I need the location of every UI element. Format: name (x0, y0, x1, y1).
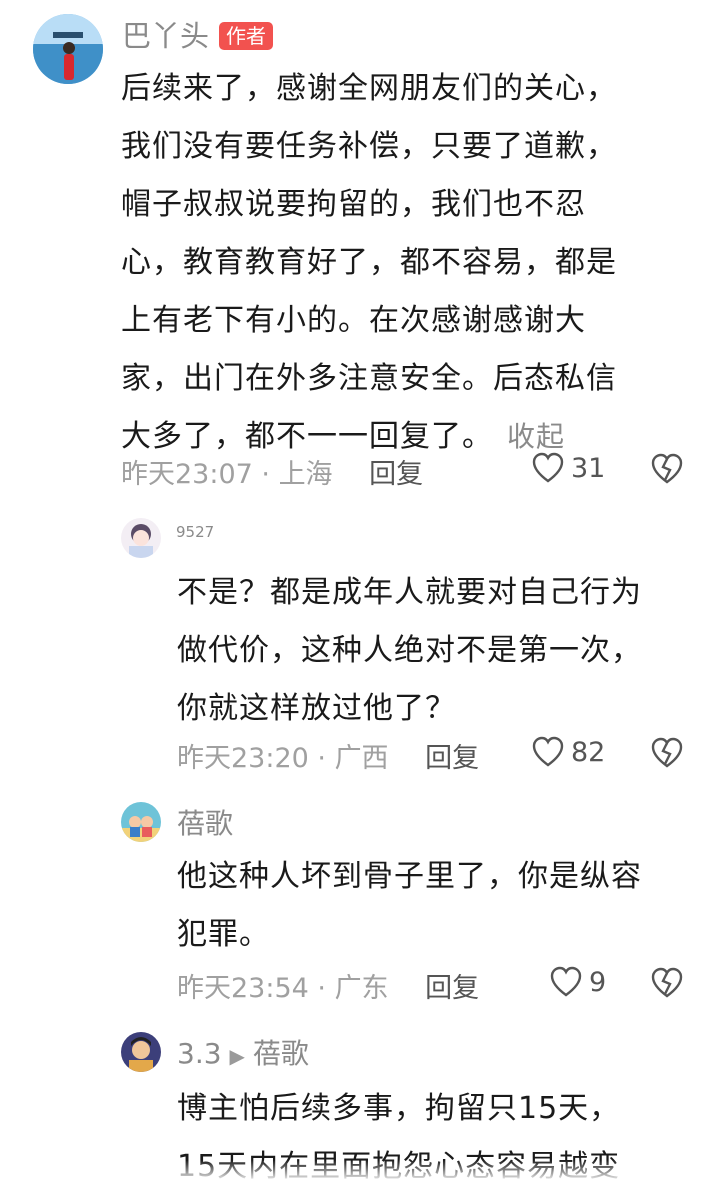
comment-line: 心，教育教育好了，都不容易，都是 (121, 245, 617, 280)
comment-text: 他这种人坏到骨子里了，你是纵容 犯罪。 (177, 848, 707, 964)
comment-line: 不是？都是成年人就要对自己行为 (177, 575, 642, 610)
collapse-link[interactable]: 收起 (507, 420, 565, 453)
timestamp: 昨天23:54 (177, 973, 309, 1004)
heart-outline-icon (532, 452, 564, 483)
dislike-button[interactable] (650, 967, 684, 1003)
bottom-fade (0, 1160, 720, 1182)
comment-line: 后续来了，感谢全网朋友们的关心， (121, 71, 617, 106)
username-text: 巴丫头 (122, 19, 210, 53)
author-badge: 作者 (219, 22, 274, 50)
comment-line: 犯罪。 (177, 917, 270, 952)
reply-to-username[interactable]: 蓓歌 (253, 1037, 309, 1070)
comment-line: 帽子叔叔说要拘留的，我们也不忍 (121, 187, 586, 222)
comment-line: 博主怕后续多事，拘留只15天， (177, 1091, 621, 1126)
comment-line: 上有老下有小的。在次感谢感谢大 (121, 303, 586, 338)
avatar[interactable] (121, 802, 161, 842)
timestamp: 昨天23:07 (121, 459, 253, 490)
comment-username[interactable]: 蓓歌 (177, 806, 233, 842)
comment-username[interactable]: 3.3 ▶ 蓓歌 (177, 1036, 309, 1074)
comment-meta: 昨天23:20 · 广西 回复 (177, 743, 480, 774)
dislike-button[interactable] (650, 453, 684, 489)
avatar[interactable] (121, 518, 161, 558)
play-triangle-icon: ▶ (229, 1044, 245, 1068)
location: 上海 (278, 459, 333, 490)
comment-line: 家，出门在外多注意安全。后态私信 (121, 361, 617, 396)
reply-button[interactable]: 回复 (369, 459, 423, 490)
like-button[interactable]: 31 (531, 452, 605, 484)
reply-button[interactable]: 回复 (425, 743, 479, 774)
like-button[interactable]: 82 (531, 736, 605, 768)
broken-heart-icon (651, 737, 683, 768)
comment-line: 他这种人坏到骨子里了，你是纵容 (177, 859, 642, 894)
avatar[interactable] (33, 14, 103, 84)
comment-username[interactable]: 巴丫头 作者 (122, 16, 274, 56)
reply-button[interactable]: 回复 (425, 973, 479, 1004)
username-text: 3.3 (177, 1037, 222, 1070)
timestamp: 昨天23:20 (177, 743, 309, 774)
comment-text: 后续来了，感谢全网朋友们的关心， 我们没有要任务补偿，只要了道歉， 帽子叔叔说要… (121, 60, 701, 466)
comment-meta: 昨天23:07 · 上海 回复 (121, 459, 424, 490)
comment-line: 做代价，这种人绝对不是第一次， (177, 633, 642, 668)
broken-heart-icon (651, 453, 683, 484)
heart-outline-icon (532, 736, 564, 767)
comment-meta: 昨天23:54 · 广东 回复 (177, 973, 480, 1004)
comment-line: 你就这样放过他了？ (177, 691, 456, 726)
dislike-button[interactable] (650, 737, 684, 773)
location: 广西 (334, 743, 389, 774)
heart-outline-icon (550, 966, 582, 997)
like-count: 9 (589, 966, 607, 998)
comment-line: 我们没有要任务补偿，只要了道歉， (121, 129, 617, 164)
avatar[interactable] (121, 1032, 161, 1072)
like-count: 31 (571, 452, 606, 484)
comment-line-text: 大多了，都不一一回复了。 (121, 419, 493, 454)
like-count: 82 (571, 736, 606, 768)
like-button[interactable]: 9 (549, 966, 606, 998)
comment-username[interactable]: 9527 (176, 522, 214, 542)
location: 广东 (334, 973, 389, 1004)
comment-text: 不是？都是成年人就要对自己行为 做代价，这种人绝对不是第一次， 你就这样放过他了… (177, 564, 707, 738)
broken-heart-icon (651, 967, 683, 998)
